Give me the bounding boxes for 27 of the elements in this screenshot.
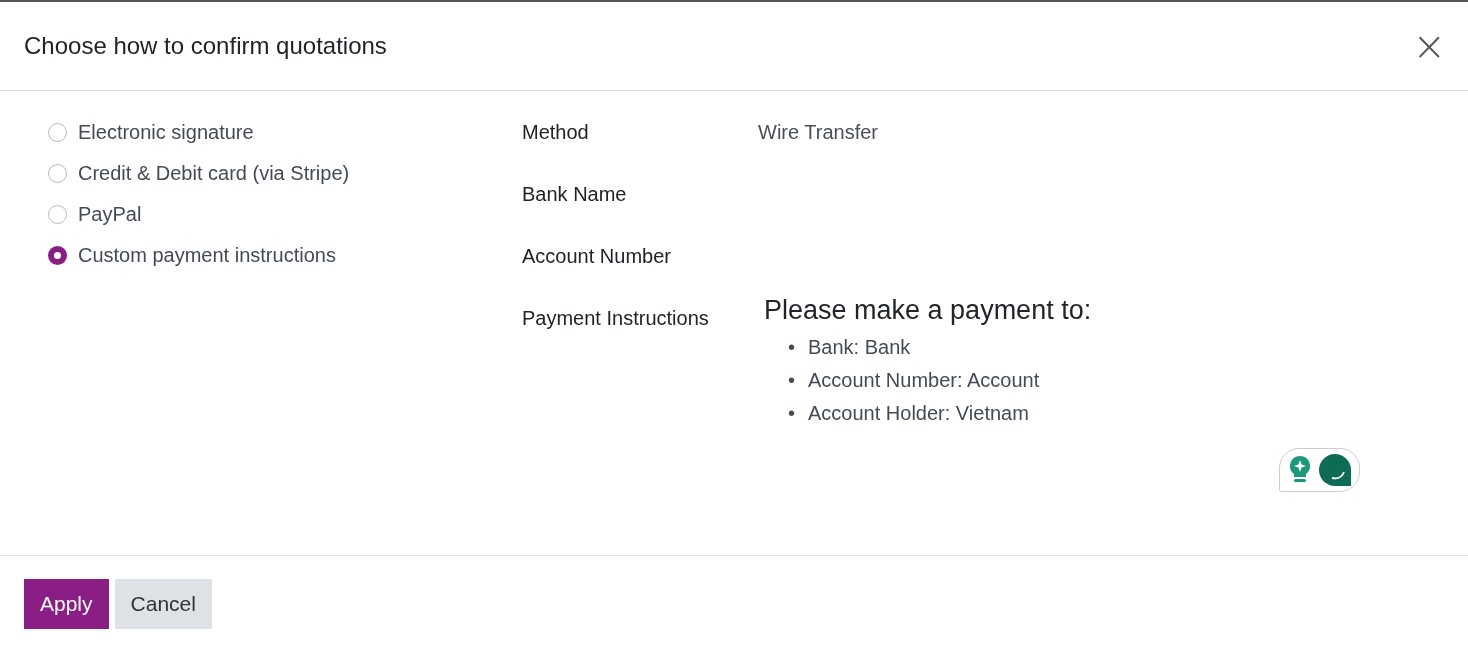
field-label: Account Number [522,244,672,269]
bullet-marker: • [788,401,795,426]
option-label[interactable]: Custom payment instructions [78,242,336,268]
list-item: Bank: Bank [808,335,911,360]
field-label: Bank Name [522,182,628,207]
option-label[interactable]: PayPal [78,201,142,227]
close-button[interactable]: × [1406,26,1452,66]
bullet-marker: • [788,335,795,360]
radio-button[interactable] [48,245,67,265]
lightbulb-icon[interactable] [1287,455,1312,485]
radio-button[interactable] [48,204,67,224]
option-label[interactable]: Credit & Debit card (via Stripe) [78,160,350,186]
list-item: Account Number: Account [808,368,1040,393]
field-value: Wire Transfer [758,120,879,145]
bullet-marker: • [788,368,795,393]
cancel-button[interactable]: Cancel [114,579,212,629]
chat-icon[interactable] [1317,453,1352,487]
radio-button[interactable] [48,122,67,142]
radio-button[interactable] [48,163,67,183]
instructions-heading: Please make a payment to: [764,297,1092,323]
dialog-title: Choose how to confirm quotations [24,32,387,60]
apply-button[interactable]: Apply [24,579,109,629]
field-label: Payment Instructions [522,306,710,331]
option-label[interactable]: Electronic signature [78,119,254,145]
assistant-bubble[interactable] [1279,448,1360,492]
list-item: Account Holder: Vietnam [808,401,1029,426]
field-label: Method [522,120,590,145]
